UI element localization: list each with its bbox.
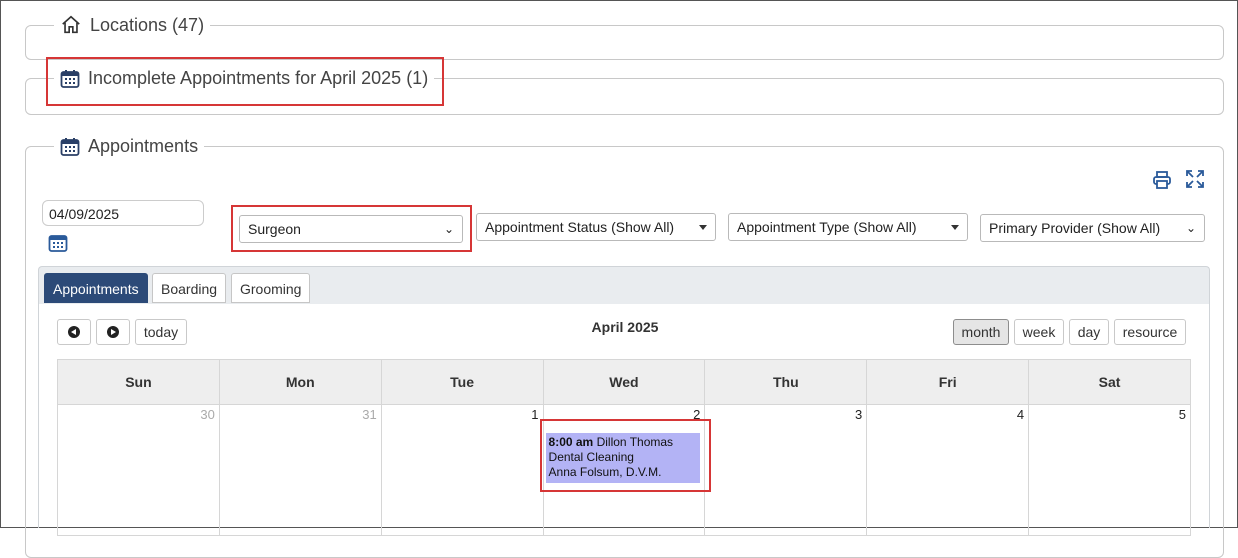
home-icon: [62, 15, 80, 34]
status-select-value: Appointment Status (Show All): [485, 219, 675, 235]
calendar-title: April 2025: [591, 319, 659, 335]
tab-grooming[interactable]: Grooming: [231, 273, 311, 303]
view-resource-button[interactable]: resource: [1114, 319, 1186, 345]
weekday-header-row: Sun Mon Tue Wed Thu Fri Sat: [57, 359, 1191, 405]
next-button[interactable]: [96, 319, 130, 345]
status-select[interactable]: Appointment Status (Show All): [476, 213, 716, 241]
highlight-category: [231, 205, 472, 252]
highlight-event: [540, 419, 711, 492]
type-select-value: Appointment Type (Show All): [737, 219, 917, 235]
locations-legend[interactable]: Locations (47): [54, 14, 210, 36]
provider-select-value: Primary Provider (Show All): [989, 220, 1161, 236]
weekday-header: Tue: [380, 359, 544, 405]
next-arrow-icon: [107, 326, 119, 338]
today-button[interactable]: today: [135, 319, 187, 345]
caret-down-icon: [699, 224, 707, 230]
day-cell[interactable]: 3: [704, 404, 868, 536]
day-number: 31: [362, 407, 377, 422]
view-day-button[interactable]: day: [1069, 319, 1109, 345]
weekday-header: Fri: [866, 359, 1030, 405]
type-select[interactable]: Appointment Type (Show All): [728, 213, 968, 241]
calendar-icon: [60, 137, 80, 156]
day-cell[interactable]: 1: [380, 404, 544, 536]
view-month-button[interactable]: month: [953, 319, 1009, 345]
day-cell[interactable]: 31: [218, 404, 382, 536]
weekday-header: Wed: [542, 359, 706, 405]
day-number: 4: [1016, 407, 1025, 422]
weekday-header: Mon: [218, 359, 382, 405]
tab-boarding[interactable]: Boarding: [152, 273, 227, 303]
weekday-header: Sun: [57, 359, 220, 405]
day-cell[interactable]: 5: [1028, 404, 1191, 536]
day-number: 1: [531, 407, 539, 422]
day-cell[interactable]: 4: [866, 404, 1030, 536]
provider-select[interactable]: Primary Provider (Show All) ⌄: [980, 214, 1205, 242]
day-cell[interactable]: 30: [57, 404, 220, 536]
locations-title: Locations (47): [90, 14, 205, 35]
day-number: 3: [854, 407, 863, 422]
prev-button[interactable]: [57, 319, 91, 345]
date-picker-icon[interactable]: [48, 233, 68, 253]
day-number: 30: [200, 407, 215, 422]
locations-panel[interactable]: Locations (47): [25, 14, 1224, 60]
day-number: 5: [1178, 407, 1186, 422]
view-week-button[interactable]: week: [1014, 319, 1064, 345]
chevron-down-icon: ⌄: [1185, 221, 1196, 235]
tab-appointments[interactable]: Appointments: [44, 273, 148, 303]
highlight-incomplete: [46, 57, 444, 106]
expand-icon[interactable]: [1185, 169, 1205, 189]
print-icon[interactable]: [1152, 170, 1172, 190]
appointments-legend: Appointments: [54, 136, 204, 157]
caret-down-icon: [951, 224, 959, 230]
weekday-header: Thu: [704, 359, 868, 405]
weekday-header: Sat: [1028, 359, 1191, 405]
tab-bar: Appointments Boarding Grooming: [38, 266, 1210, 304]
prev-arrow-icon: [68, 326, 80, 338]
date-input[interactable]: 04/09/2025: [42, 200, 204, 226]
appointments-title: Appointments: [88, 136, 199, 156]
